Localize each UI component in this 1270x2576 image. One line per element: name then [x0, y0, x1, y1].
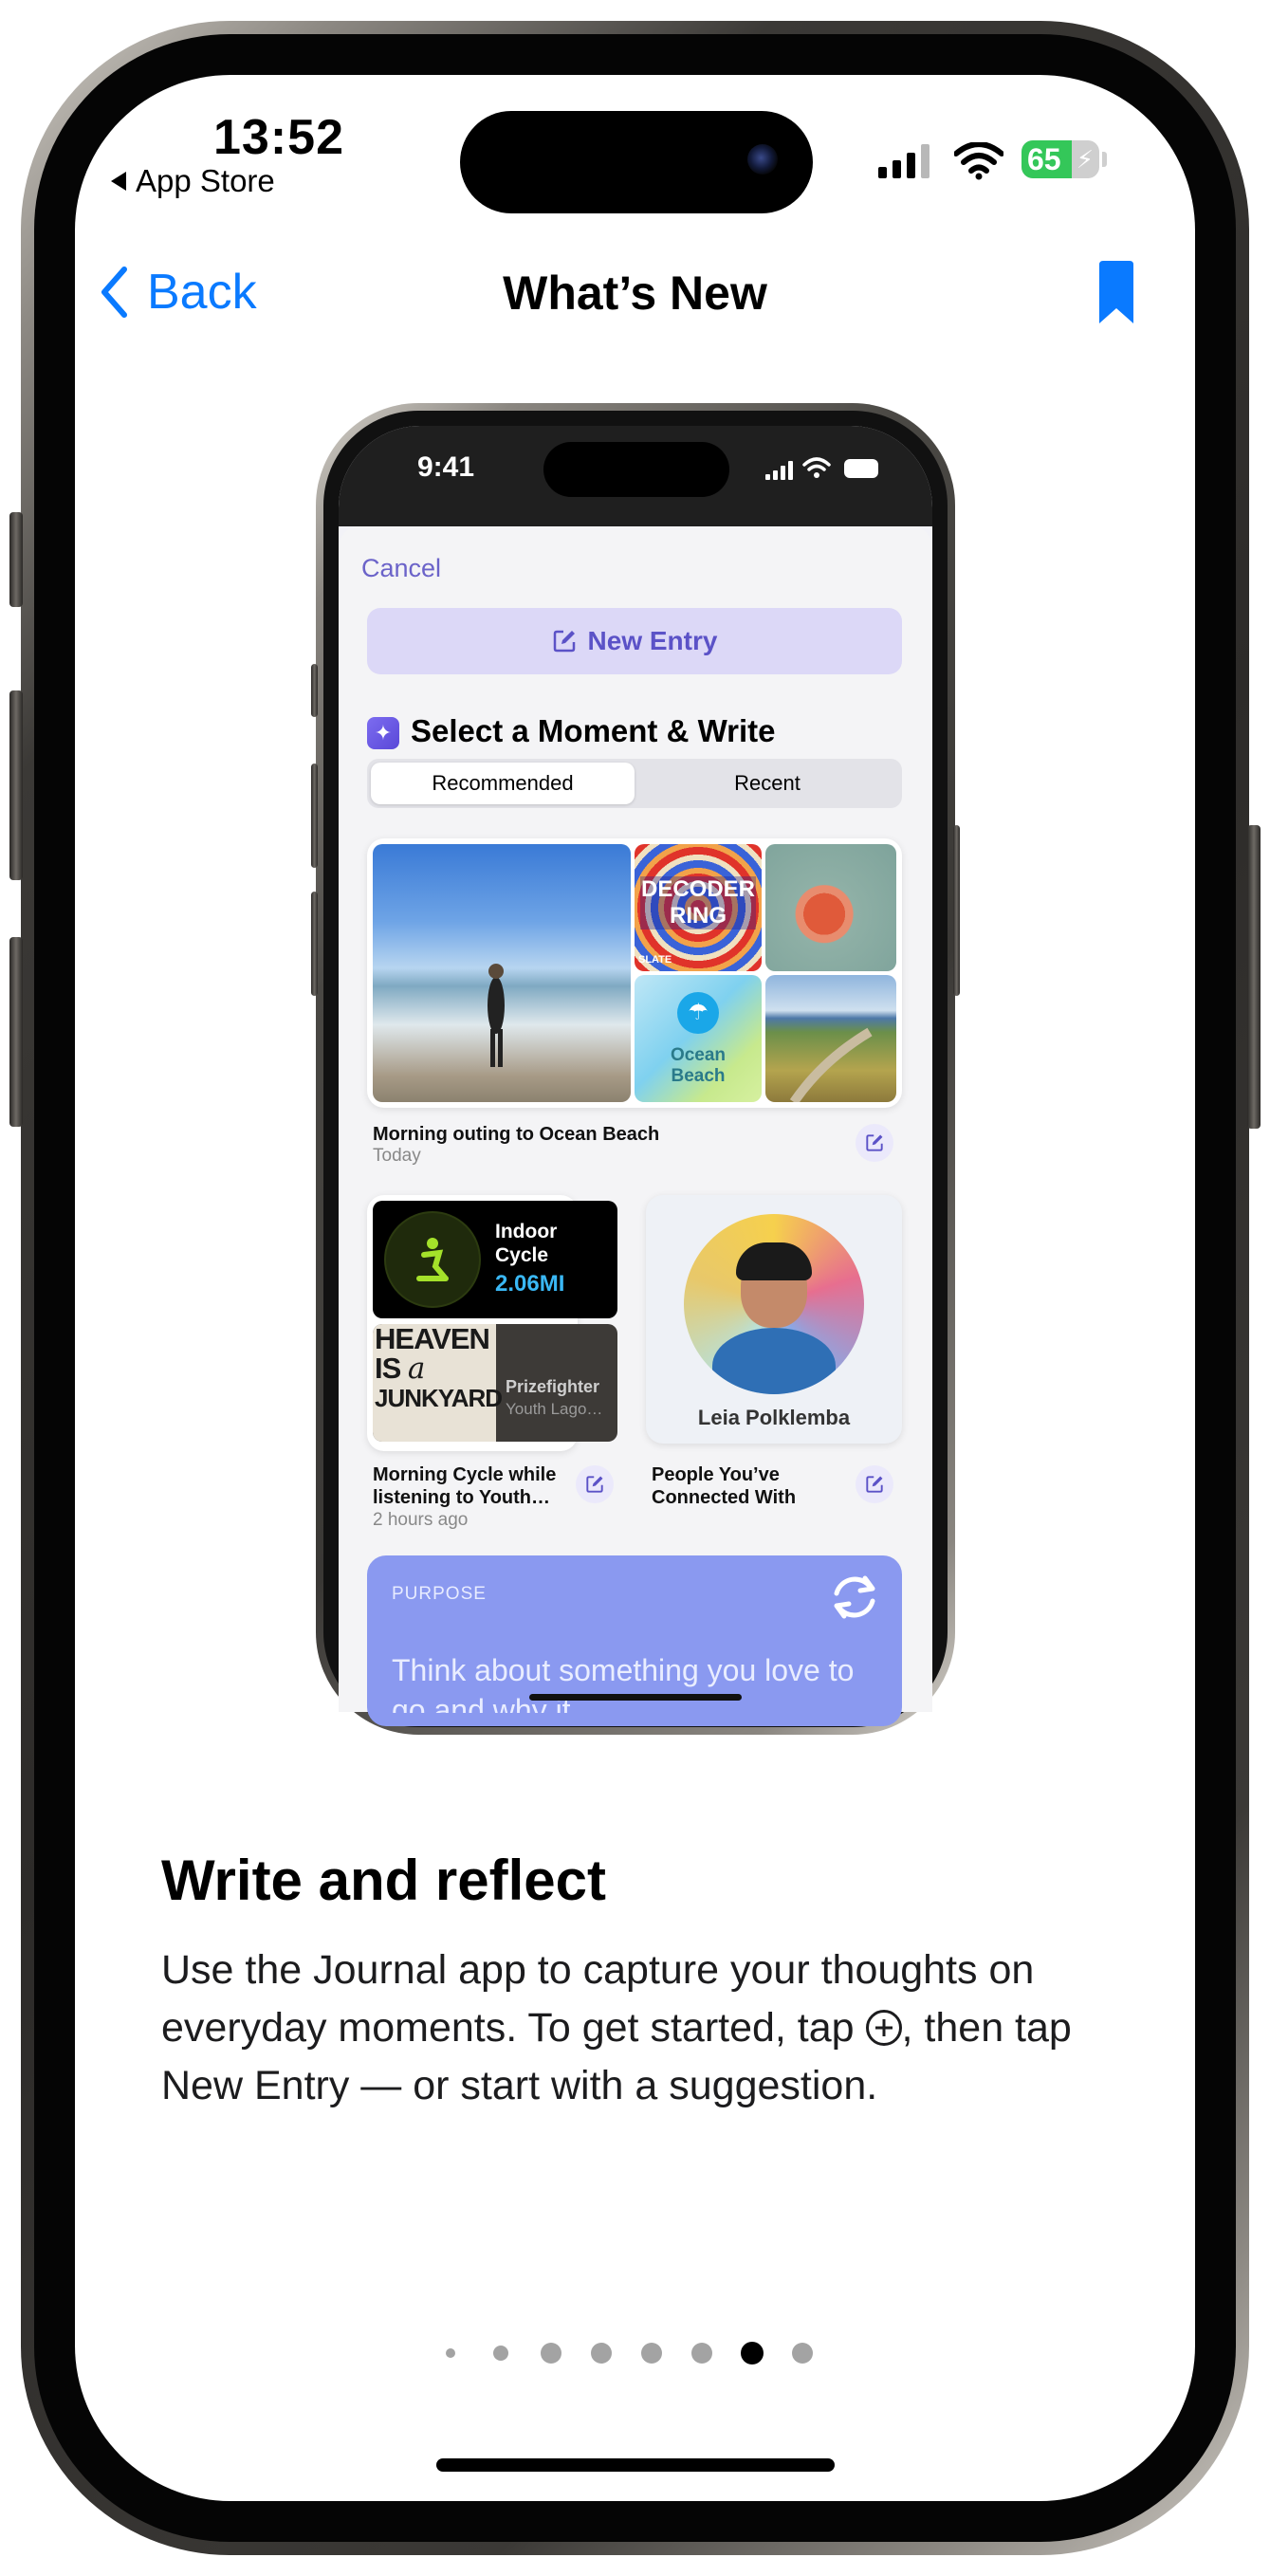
person-avatar	[684, 1214, 864, 1394]
page-dot[interactable]	[446, 2348, 455, 2358]
page-dot[interactable]	[541, 2343, 561, 2364]
power-button	[1247, 825, 1261, 1129]
person-name: Leia Polklemba	[697, 1406, 851, 1429]
volume-up-button	[9, 690, 23, 880]
purpose-text: Think about something you love to go and…	[392, 1653, 855, 1713]
segment-recent[interactable]: Recent	[636, 763, 898, 804]
compose-icon	[866, 1134, 883, 1151]
card1-title: Morning outing to Ocean Beach	[373, 1124, 660, 1145]
album-subtitle: Youth Lago…	[506, 1400, 603, 1418]
bookmark-icon	[1099, 261, 1133, 323]
compose-icon	[866, 1476, 883, 1493]
card2-edit-button[interactable]	[576, 1465, 614, 1503]
workout-line1: Indoor	[495, 1221, 558, 1242]
cellular-signal-icon	[878, 144, 929, 178]
card2-subtitle: 2 hours ago	[373, 1510, 469, 1530]
sparkle-wand-icon: ✦	[367, 717, 399, 749]
card3-title: People You’ve Connected With	[652, 1463, 796, 1509]
page-dot[interactable]	[691, 2343, 712, 2364]
preview-sheet	[339, 526, 932, 1712]
feature-heading: Write and reflect	[161, 1849, 607, 1912]
page-dot-active[interactable]	[741, 2342, 764, 2364]
compose-icon	[553, 630, 575, 653]
wifi-icon	[953, 141, 1004, 185]
feature-description: Use the Journal app to capture your thou…	[161, 1941, 1148, 2115]
podcast-artwork: DECODER RING SLATE	[635, 844, 762, 971]
preview-cancel-button[interactable]: Cancel	[361, 554, 441, 583]
charging-bolt-icon: ⚡	[1076, 145, 1094, 174]
preview-wifi-icon	[802, 457, 831, 485]
preview-side-button	[953, 825, 960, 996]
album-line1: HEAVEN	[375, 1324, 490, 1355]
card1-subtitle: Today	[373, 1146, 421, 1166]
cycling-icon	[384, 1211, 481, 1308]
coast-road-photo	[765, 975, 896, 1102]
compose-icon	[586, 1476, 603, 1493]
card2-title: Morning Cycle while listening to Youth…	[373, 1463, 556, 1509]
battery-percent: 65	[1027, 142, 1061, 176]
preview-section-title: Select a Moment & Write	[411, 713, 776, 748]
bookmark-button[interactable]	[1095, 259, 1137, 330]
preview-time: 9:41	[417, 451, 475, 483]
preview-battery-icon	[844, 459, 878, 478]
new-entry-label: New Entry	[587, 626, 718, 655]
card3-title-line1: People You’ve	[652, 1464, 780, 1485]
segment-recommended[interactable]: Recommended	[371, 763, 635, 804]
preview-home-indicator	[529, 1694, 742, 1701]
card3-edit-button[interactable]	[856, 1465, 893, 1503]
location-map-tile: ☂ Ocean Beach	[635, 975, 762, 1102]
new-entry-button[interactable]: New Entry	[367, 608, 902, 674]
battery-icon: 65 ⚡	[1022, 140, 1099, 178]
beach-photo	[373, 844, 631, 1102]
purpose-label: PURPOSE	[392, 1584, 487, 1604]
album-line4: JUNKYARD	[375, 1384, 503, 1412]
page-dot[interactable]	[641, 2343, 662, 2364]
preview-side-button	[311, 664, 318, 717]
back-to-app-link[interactable]: App Store	[111, 163, 275, 199]
back-to-app-label: App Store	[136, 163, 275, 198]
album-line2: IS	[375, 1352, 401, 1385]
person-silhouette-icon	[488, 964, 505, 1067]
podcast-title-line1: DECODER	[640, 876, 755, 902]
album-line3: a	[407, 1352, 426, 1386]
card2-title-line2: listening to Youth…	[373, 1487, 551, 1508]
preview-signal-icon	[765, 461, 793, 480]
umbrella-pin-icon: ☂	[677, 992, 719, 1034]
page-dot[interactable]	[493, 2346, 508, 2361]
album-artist: Prizefighter	[506, 1377, 600, 1396]
battery-tip	[1102, 152, 1107, 167]
page-title: What’s New	[503, 267, 767, 320]
workout-line2: Cycle	[495, 1244, 549, 1266]
workout-distance: 2.06MI	[495, 1271, 565, 1297]
page-dot[interactable]	[792, 2343, 813, 2364]
card2-title-line1: Morning Cycle while	[373, 1464, 557, 1485]
location-line2: Beach	[671, 1066, 726, 1086]
refresh-icon[interactable]	[827, 1573, 882, 1627]
camera-icon	[747, 144, 778, 175]
preview-side-button	[311, 892, 318, 996]
podcast-title-line2: RING	[670, 903, 727, 929]
shell-photo	[765, 844, 896, 971]
podcast-brand: SLATE	[638, 954, 672, 966]
action-button	[9, 512, 23, 607]
card3-title-line2: Connected With	[652, 1487, 797, 1508]
preview-side-button	[311, 764, 318, 868]
preview-dynamic-island	[543, 442, 729, 497]
back-triangle-icon	[111, 172, 126, 191]
workout-label: Indoor Cycle	[495, 1220, 557, 1267]
status-time: 13:52	[213, 110, 344, 165]
card1-edit-button[interactable]	[856, 1124, 893, 1162]
plus-circle-icon	[865, 2010, 902, 2046]
location-line1: Ocean	[670, 1045, 727, 1065]
album-tile: HEAVEN IS a JUNKYARD Prizefighter Youth …	[373, 1324, 617, 1442]
page-dot[interactable]	[591, 2343, 612, 2364]
home-indicator	[436, 2458, 835, 2472]
volume-down-button	[9, 937, 23, 1127]
